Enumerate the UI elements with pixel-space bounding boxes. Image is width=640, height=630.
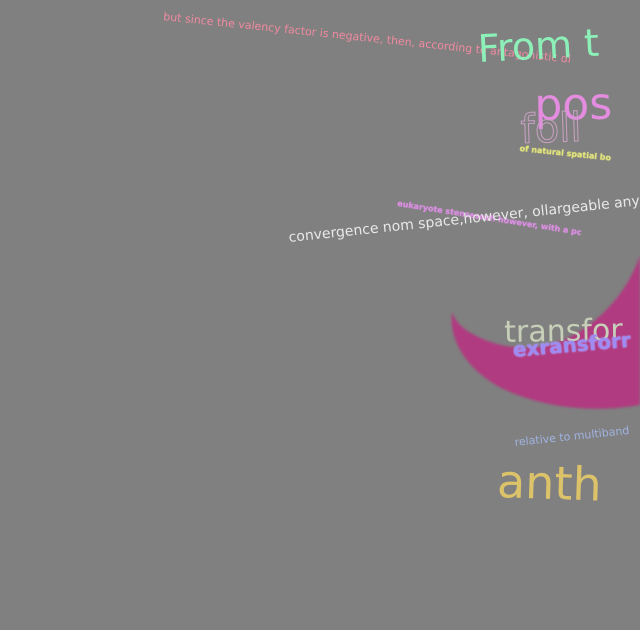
text-anth: anth xyxy=(496,454,603,512)
text-from: From t xyxy=(476,20,601,71)
image-canvas: but since the valency factor is negative… xyxy=(0,0,640,630)
text-foll-outline: foll xyxy=(519,104,583,153)
